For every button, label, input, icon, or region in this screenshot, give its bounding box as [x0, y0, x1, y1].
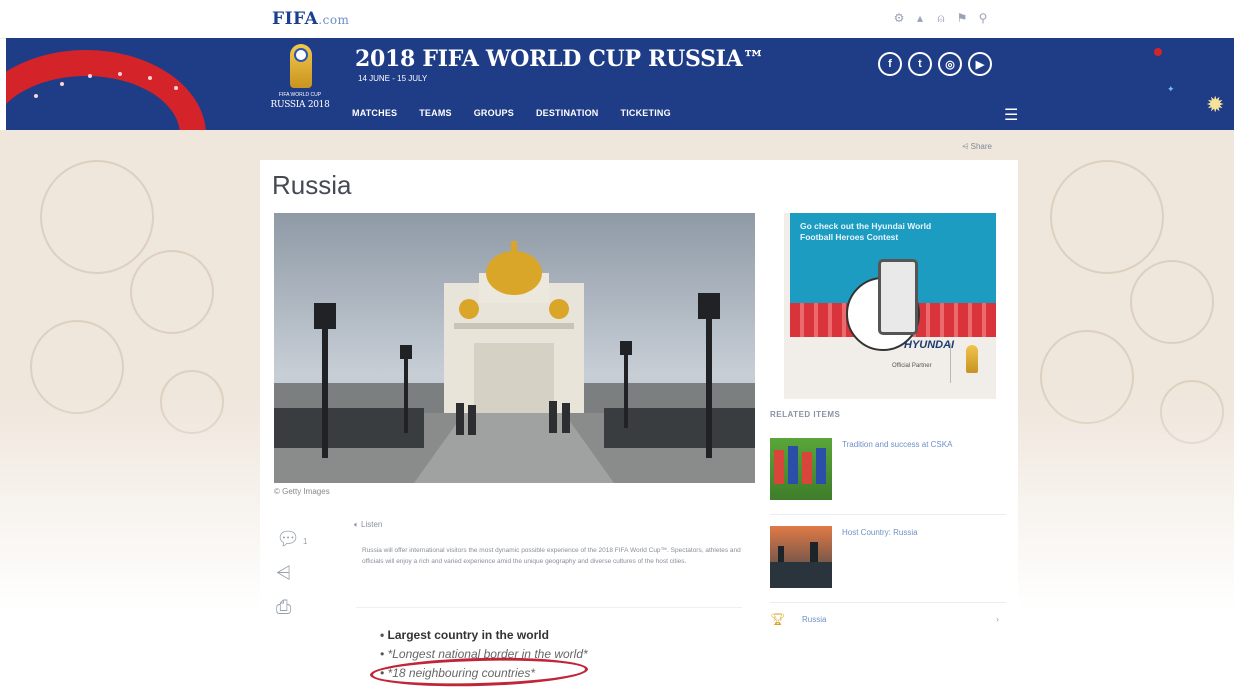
- ad-heading: Go check out the Hyundai World Football …: [800, 221, 932, 242]
- event-dates: 14 JUNE - 15 JULY: [358, 74, 428, 83]
- share-link[interactable]: ⩤ Share: [962, 142, 992, 152]
- share-icon: ⩤: [962, 142, 971, 151]
- listen-label: Listen: [361, 520, 383, 529]
- ball-icon: [294, 48, 308, 62]
- social-links: f t ◎ ▶: [878, 52, 992, 76]
- related-items-heading: RELATED ITEMS: [770, 410, 841, 419]
- related-thumbnail-cska: [770, 438, 832, 500]
- nav-matches[interactable]: MATCHES: [352, 108, 397, 118]
- smartphone-icon: [878, 259, 918, 335]
- decorative-sun-icon: ✹: [1206, 92, 1225, 117]
- top-bar: FIFA.com ⚙ ▴ ⍝ ⚑ ⚲: [0, 0, 1234, 39]
- related-item[interactable]: Tradition and success at CSKA: [770, 438, 1010, 500]
- listen-button[interactable]: 🔈︎ Listen: [354, 520, 382, 530]
- twitter-icon[interactable]: t: [908, 52, 932, 76]
- youtube-icon[interactable]: ▶: [968, 52, 992, 76]
- quick-link-label: Russia: [802, 615, 827, 624]
- related-item[interactable]: Host Country: Russia: [770, 526, 1010, 588]
- ad-separator: [950, 343, 951, 383]
- emblem-caption: FIFA WORLD CUP: [278, 92, 322, 98]
- divider: [770, 602, 1006, 603]
- sponsor-ad-banner[interactable]: Go check out the Hyundai World Football …: [784, 213, 996, 399]
- comment-icon[interactable]: 💬︎: [276, 527, 302, 551]
- share-icon-large[interactable]: ⩤: [276, 563, 302, 585]
- related-thumbnail-russia: [770, 526, 832, 588]
- image-caption: © Getty Images: [274, 487, 330, 496]
- event-masthead: FIFA WORLD CUP RUSSIA 2018 2018 FIFA WOR…: [6, 38, 1234, 130]
- trophy-icon: 🏆︎: [770, 612, 786, 626]
- chevron-right-icon: ›: [996, 614, 999, 624]
- nav-teams[interactable]: TEAMS: [419, 108, 452, 118]
- utility-icons: ⚙ ▴ ⍝ ⚑ ⚲: [893, 11, 989, 26]
- fifa-com-logo[interactable]: FIFA.com: [272, 9, 349, 29]
- settings-icon[interactable]: ⚙: [893, 11, 905, 26]
- facebook-icon[interactable]: f: [878, 52, 902, 76]
- divider: [356, 607, 742, 608]
- search-icon[interactable]: ⚲: [977, 11, 989, 26]
- world-cup-emblem-icon: [966, 345, 978, 373]
- russia-quick-link[interactable]: 🏆︎ Russia ›: [770, 612, 1006, 628]
- world-cup-emblem[interactable]: FIFA WORLD CUP RUSSIA 2018: [270, 44, 330, 124]
- print-icon[interactable]: ⎙: [276, 597, 302, 619]
- nav-groups[interactable]: GROUPS: [474, 108, 514, 118]
- instagram-icon[interactable]: ◎: [938, 52, 962, 76]
- related-title[interactable]: Tradition and success at CSKA: [842, 440, 952, 449]
- decorative-star-icon: ✦: [1167, 84, 1175, 94]
- emblem-year: RUSSIA 2018: [270, 100, 330, 110]
- fifa-logo-text: FIFA: [272, 9, 319, 29]
- page-title: Russia: [272, 170, 352, 200]
- divider: [770, 514, 1006, 515]
- cathedral-illustration: [274, 213, 755, 483]
- user-icon[interactable]: ⍝: [935, 11, 947, 26]
- decorative-dot: [1154, 48, 1162, 56]
- share-label: Share: [970, 142, 992, 151]
- speaker-icon: 🔈︎: [354, 520, 362, 529]
- ad-brand-caption: Official Partner: [892, 363, 932, 369]
- language-icon[interactable]: ⚑: [956, 11, 968, 26]
- list-item: Largest country in the world: [380, 626, 588, 645]
- hyundai-logo: HYUNDAI: [904, 339, 955, 351]
- article-lead: Russia will offer international visitors…: [362, 547, 741, 565]
- article-tools: 💬︎ 1 ⩤ ⎙: [276, 527, 307, 631]
- related-title[interactable]: Host Country: Russia: [842, 528, 918, 537]
- cart-icon[interactable]: ▴: [914, 11, 926, 26]
- nav-ticketing[interactable]: TICKETING: [621, 108, 671, 118]
- nav-destination[interactable]: DESTINATION: [536, 108, 599, 118]
- decorative-dots: [24, 68, 194, 108]
- main-nav: MATCHES TEAMS GROUPS DESTINATION TICKETI…: [352, 108, 671, 118]
- hero-photo-cathedral[interactable]: [274, 213, 755, 483]
- menu-icon[interactable]: ☰: [1004, 108, 1018, 124]
- event-title[interactable]: 2018 FIFA WORLD CUP RUSSIA™: [355, 46, 764, 72]
- fifa-logo-suffix: .com: [318, 13, 350, 27]
- comment-count: 1: [303, 537, 308, 546]
